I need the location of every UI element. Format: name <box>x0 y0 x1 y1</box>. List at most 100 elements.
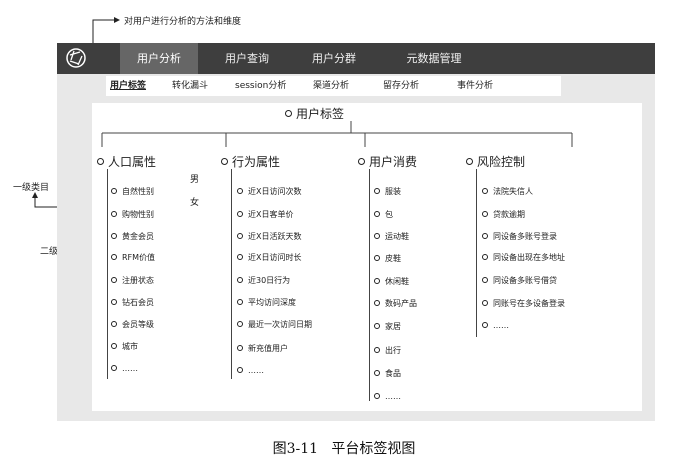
node-icon <box>111 365 117 371</box>
tag-food[interactable]: 食品 <box>374 367 401 379</box>
nav-user-query[interactable]: 用户查询 <box>208 43 286 74</box>
tag-member-level[interactable]: 会员等级 <box>111 318 154 330</box>
node-icon <box>237 233 243 239</box>
tag-diamond-member[interactable]: 钻石会员 <box>111 296 154 308</box>
node-icon <box>237 299 243 305</box>
node-icon <box>482 322 488 328</box>
tag-city[interactable]: 城市 <box>111 340 138 352</box>
tag-digital[interactable]: 数码产品 <box>374 297 417 309</box>
tab-user-tags[interactable]: 用户标签 <box>110 76 146 96</box>
node-icon <box>482 211 488 217</box>
annotation-female: 女 <box>190 198 200 208</box>
node-icon <box>374 233 380 239</box>
node-icon <box>482 233 488 239</box>
tag-more[interactable]: …… <box>374 390 401 402</box>
node-icon <box>358 158 365 165</box>
tab-event[interactable]: 事件分析 <box>457 76 493 96</box>
node-icon <box>97 158 104 165</box>
category-behavior[interactable]: 行为属性 <box>221 153 280 170</box>
tag-visit-count[interactable]: 近X日访问次数 <box>237 185 301 197</box>
column-line <box>369 169 370 401</box>
node-icon <box>111 299 117 305</box>
tag-visit-duration[interactable]: 近X日访问时长 <box>237 251 301 263</box>
node-icon <box>374 278 380 284</box>
node-icon <box>237 367 243 373</box>
node-icon <box>237 321 243 327</box>
nav-metadata[interactable]: 元数据管理 <box>388 43 480 74</box>
tag-visit-depth[interactable]: 平均访问深度 <box>237 296 296 308</box>
tag-multi-device-login[interactable]: 同账号在多设备登录 <box>482 297 565 309</box>
tag-loan-overdue[interactable]: 贷款逾期 <box>482 208 525 220</box>
tag-more[interactable]: …… <box>111 362 138 374</box>
node-icon <box>374 393 380 399</box>
annotation-male: 男 <box>190 175 200 185</box>
tag-rfm[interactable]: RFM价值 <box>111 251 155 263</box>
tag-30day-behavior[interactable]: 近30日行为 <box>237 274 290 286</box>
tab-funnel[interactable]: 转化漏斗 <box>172 76 208 96</box>
tag-registration[interactable]: 注册状态 <box>111 274 154 286</box>
node-icon <box>111 321 117 327</box>
tag-casual-shoes[interactable]: 休闲鞋 <box>374 275 409 287</box>
category-consumption[interactable]: 用户消费 <box>358 153 417 170</box>
tag-multi-account-login[interactable]: 同设备多账号登录 <box>482 230 557 242</box>
tag-multi-account-loan[interactable]: 同设备多账号借贷 <box>482 274 557 286</box>
top-navbar: 用户分析 用户查询 用户分群 元数据管理 <box>57 43 655 74</box>
node-icon <box>374 323 380 329</box>
tag-new-recharge[interactable]: 新充值用户 <box>237 342 288 354</box>
node-icon <box>111 254 117 260</box>
node-icon <box>374 347 380 353</box>
nav-user-group[interactable]: 用户分群 <box>295 43 373 74</box>
tag-last-visit[interactable]: 最近一次访问日期 <box>237 318 312 330</box>
node-icon <box>482 277 488 283</box>
tag-home[interactable]: 家居 <box>374 320 401 332</box>
node-icon <box>374 211 380 217</box>
node-icon <box>111 277 117 283</box>
tag-leather-shoes[interactable]: 皮鞋 <box>374 252 401 264</box>
column-line <box>476 169 477 337</box>
column-line <box>107 169 108 379</box>
aperture-logo-icon[interactable] <box>65 47 87 69</box>
tag-sports-shoes[interactable]: 运动鞋 <box>374 230 409 242</box>
tag-dishonest[interactable]: 法院失信人 <box>482 185 533 197</box>
tag-active-days[interactable]: 近X日活跃天数 <box>237 230 301 242</box>
nav-user-analysis[interactable]: 用户分析 <box>120 43 198 74</box>
tag-shopping-gender[interactable]: 购物性别 <box>111 208 154 220</box>
node-icon <box>221 158 228 165</box>
node-icon <box>237 211 243 217</box>
column-line <box>231 169 232 379</box>
node-icon <box>111 343 117 349</box>
node-icon <box>111 211 117 217</box>
node-icon <box>111 188 117 194</box>
tag-travel[interactable]: 出行 <box>374 344 401 356</box>
node-icon <box>374 188 380 194</box>
node-icon <box>374 255 380 261</box>
tab-channel[interactable]: 渠道分析 <box>313 76 349 96</box>
tab-retention[interactable]: 留存分析 <box>383 76 419 96</box>
tag-more[interactable]: …… <box>237 364 264 376</box>
subnav-tabs: 用户标签 转化漏斗 session分析 渠道分析 留存分析 事件分析 <box>106 76 561 96</box>
tag-avg-order[interactable]: 近X日客单价 <box>237 208 293 220</box>
tag-gold-member[interactable]: 黄金会员 <box>111 230 154 242</box>
node-icon <box>237 277 243 283</box>
tab-session[interactable]: session分析 <box>235 76 286 96</box>
annotation-methods: 对用户进行分析的方法和维度 <box>124 17 242 27</box>
annotation-level1: 一级类目 <box>13 183 50 193</box>
node-icon <box>466 158 473 165</box>
node-icon <box>482 254 488 260</box>
tag-more[interactable]: …… <box>482 319 509 331</box>
node-icon <box>111 233 117 239</box>
sub-navbar: 用户标签 转化漏斗 session分析 渠道分析 留存分析 事件分析 <box>57 74 655 98</box>
node-icon <box>482 300 488 306</box>
node-icon <box>374 370 380 376</box>
category-risk-control[interactable]: 风险控制 <box>466 153 525 170</box>
tag-bag[interactable]: 包 <box>374 208 393 220</box>
node-icon <box>237 345 243 351</box>
figure-caption: 图3-11 平台标签视图 <box>272 441 416 457</box>
tag-natural-gender[interactable]: 自然性别 <box>111 185 154 197</box>
node-icon <box>482 188 488 194</box>
node-icon <box>237 188 243 194</box>
category-demographics[interactable]: 人口属性 <box>97 153 156 170</box>
node-icon <box>237 254 243 260</box>
tag-multi-address[interactable]: 同设备出现在多地址 <box>482 251 565 263</box>
tag-clothing[interactable]: 服装 <box>374 185 401 197</box>
